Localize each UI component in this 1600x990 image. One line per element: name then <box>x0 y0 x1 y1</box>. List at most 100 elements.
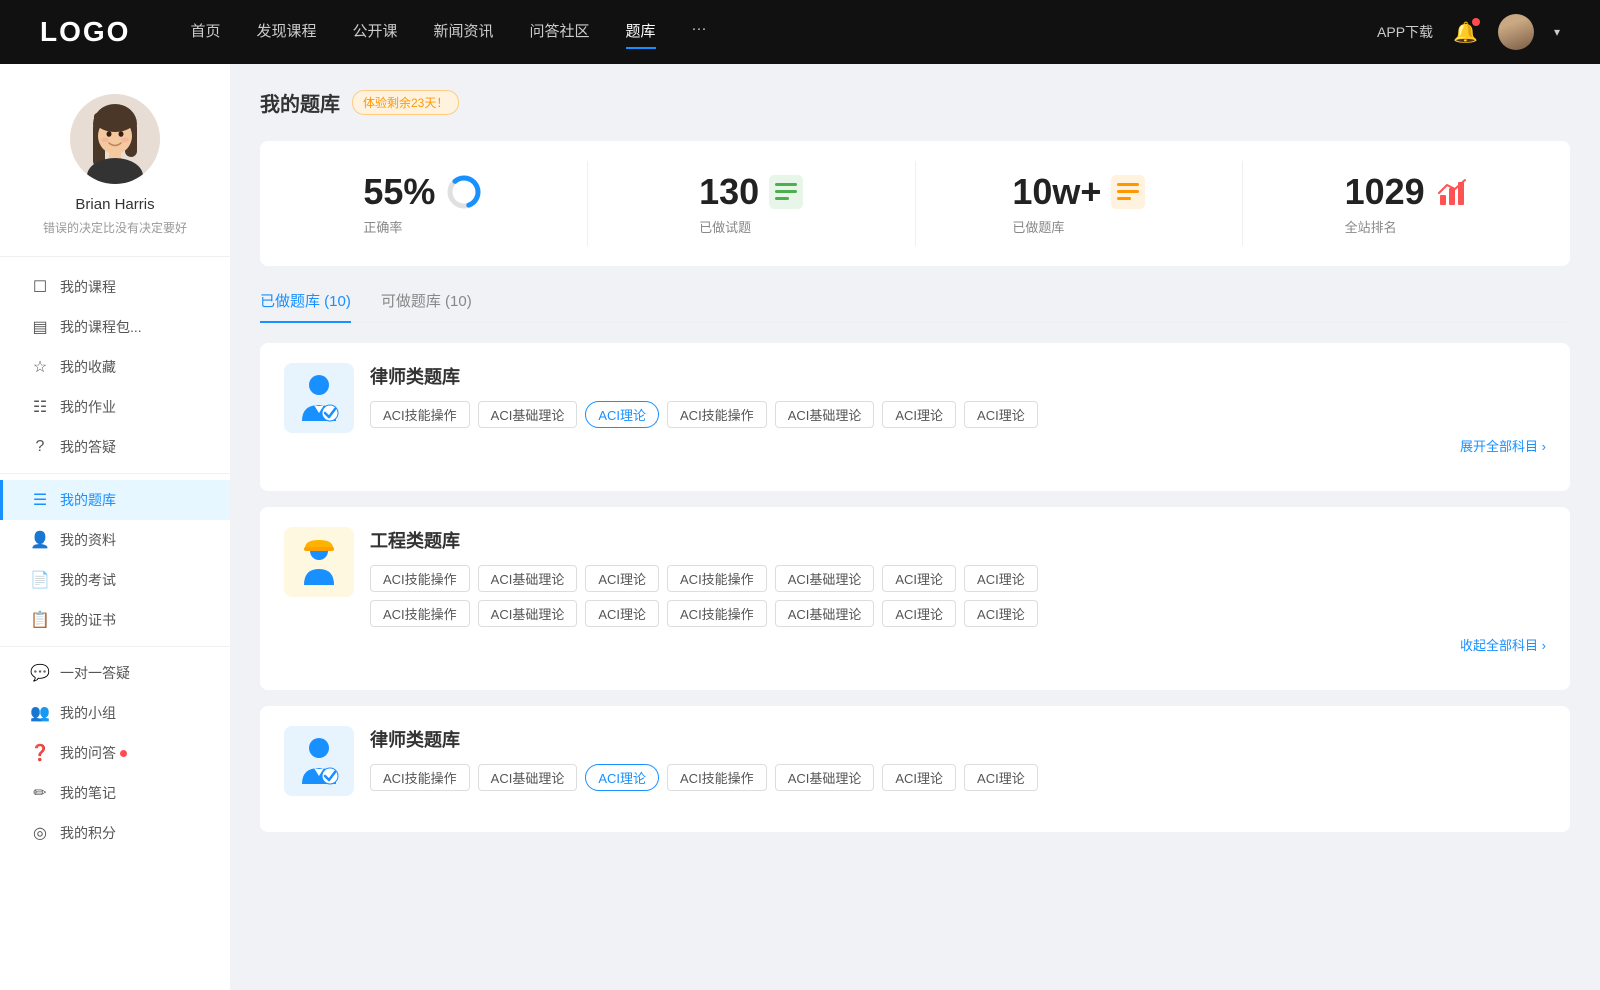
tag-2-4[interactable]: ACI基础理论 <box>775 565 875 592</box>
tab-available-banks[interactable]: 可做题库 (10) <box>381 290 472 321</box>
notes-icon: ✏ <box>30 783 50 803</box>
qbank-card-engineer: 工程类题库 ACI技能操作 ACI基础理论 ACI理论 ACI技能操作 ACI基… <box>260 507 1570 690</box>
profile-motto: 错误的决定比没有决定要好 <box>43 219 187 236</box>
sidebar-divider-1 <box>0 473 230 474</box>
sidebar-item-label: 我的积分 <box>60 823 116 843</box>
tag-2-r2-3[interactable]: ACI技能操作 <box>667 600 767 627</box>
tag-3-1[interactable]: ACI基础理论 <box>478 764 578 791</box>
sidebar-item-label: 我的小组 <box>60 703 116 723</box>
sidebar-item-label: 我的笔记 <box>60 783 116 803</box>
nav-discover[interactable]: 发现课程 <box>256 20 316 45</box>
qbank-icon-wrap-1 <box>284 363 354 433</box>
sidebar-item-certificates[interactable]: 📋 我的证书 <box>0 600 230 640</box>
nav-more[interactable]: ··· <box>692 20 707 45</box>
tag-1-3[interactable]: ACI技能操作 <box>667 401 767 428</box>
sidebar-item-notes[interactable]: ✏ 我的笔记 <box>0 773 230 813</box>
tag-2-3[interactable]: ACI技能操作 <box>667 565 767 592</box>
sidebar-item-course-packages[interactable]: ▤ 我的课程包... <box>0 307 230 347</box>
sidebar-menu: ☐ 我的课程 ▤ 我的课程包... ☆ 我的收藏 ☷ 我的作业 ? 我的答疑 ☰ <box>0 257 230 863</box>
notification-bell[interactable]: 🔔 <box>1453 20 1478 45</box>
sidebar-item-exams[interactable]: 📄 我的考试 <box>0 560 230 600</box>
sidebar-item-favorites[interactable]: ☆ 我的收藏 <box>0 347 230 387</box>
stat-rank: 1029 全站排名 <box>1243 161 1570 246</box>
stat-done-banks-number: 10w+ <box>1012 171 1101 213</box>
nav-open-course[interactable]: 公开课 <box>352 20 397 45</box>
stat-done-questions-label: 已做试题 <box>699 217 803 236</box>
stat-value-area-2: 130 <box>699 171 803 213</box>
trial-badge: 体验剩余23天！ <box>352 90 459 115</box>
tag-3-5[interactable]: ACI理论 <box>882 764 956 791</box>
nav-qa[interactable]: 问答社区 <box>530 20 590 45</box>
stats-row: 55% 正确率 130 <box>260 141 1570 266</box>
tag-1-4[interactable]: ACI基础理论 <box>775 401 875 428</box>
profile-avatar <box>70 94 160 184</box>
expand-link-1[interactable]: 展开全部科目 › <box>370 436 1546 455</box>
sidebar-item-label: 我的收藏 <box>60 357 116 377</box>
tag-3-2[interactable]: ACI理论 <box>585 764 659 791</box>
tag-1-2[interactable]: ACI理论 <box>585 401 659 428</box>
tag-2-2[interactable]: ACI理论 <box>585 565 659 592</box>
lawyer-icon-2 <box>292 734 346 788</box>
tags-row-2-row2: ACI技能操作 ACI基础理论 ACI理论 ACI技能操作 ACI基础理论 AC… <box>370 600 1546 627</box>
qbank-info-2: 工程类题库 ACI技能操作 ACI基础理论 ACI理论 ACI技能操作 ACI基… <box>370 527 1546 654</box>
tag-1-5[interactable]: ACI理论 <box>882 401 956 428</box>
groups-icon: 👥 <box>30 703 50 723</box>
tag-2-5[interactable]: ACI理论 <box>882 565 956 592</box>
tag-2-r2-1[interactable]: ACI基础理论 <box>478 600 578 627</box>
homework-icon: ☷ <box>30 397 50 417</box>
qbank-card-header-2: 工程类题库 ACI技能操作 ACI基础理论 ACI理论 ACI技能操作 ACI基… <box>284 527 1546 654</box>
qbank-icon-wrap-3 <box>284 726 354 796</box>
tag-2-0[interactable]: ACI技能操作 <box>370 565 470 592</box>
sidebar-item-groups[interactable]: 👥 我的小组 <box>0 693 230 733</box>
logo: LOGO <box>40 16 130 48</box>
nav-qbank[interactable]: 题库 <box>626 20 656 45</box>
sidebar-item-1on1[interactable]: 💬 一对一答疑 <box>0 653 230 693</box>
tag-2-r2-6[interactable]: ACI理论 <box>964 600 1038 627</box>
tag-3-3[interactable]: ACI技能操作 <box>667 764 767 791</box>
sidebar-item-courses[interactable]: ☐ 我的课程 <box>0 267 230 307</box>
sidebar-item-label: 我的考试 <box>60 570 116 590</box>
tag-2-r2-2[interactable]: ACI理论 <box>585 600 659 627</box>
sidebar-item-materials[interactable]: 👤 我的资料 <box>0 520 230 560</box>
page-title: 我的题库 <box>260 88 340 117</box>
materials-icon: 👤 <box>30 530 50 550</box>
tag-3-0[interactable]: ACI技能操作 <box>370 764 470 791</box>
sidebar-item-points[interactable]: ◎ 我的积分 <box>0 813 230 853</box>
sidebar-item-homework[interactable]: ☷ 我的作业 <box>0 387 230 427</box>
user-dropdown-arrow[interactable]: ▾ <box>1554 25 1560 39</box>
sidebar-profile: Brian Harris 错误的决定比没有决定要好 <box>0 94 230 257</box>
tag-2-1[interactable]: ACI基础理论 <box>478 565 578 592</box>
sidebar-divider-2 <box>0 646 230 647</box>
sidebar-item-my-qa[interactable]: ❓ 我的问答 <box>0 733 230 773</box>
exams-icon: 📄 <box>30 570 50 590</box>
tag-2-r2-5[interactable]: ACI理论 <box>882 600 956 627</box>
qbank-icon: ☰ <box>30 490 50 510</box>
course-packages-icon: ▤ <box>30 317 50 337</box>
tag-3-4[interactable]: ACI基础理论 <box>775 764 875 791</box>
tag-2-6[interactable]: ACI理论 <box>964 565 1038 592</box>
tag-1-6[interactable]: ACI理论 <box>964 401 1038 428</box>
nav-news[interactable]: 新闻资讯 <box>434 20 494 45</box>
qbank-info-1: 律师类题库 ACI技能操作 ACI基础理论 ACI理论 ACI技能操作 ACI基… <box>370 363 1546 455</box>
sidebar-item-label: 一对一答疑 <box>60 663 130 683</box>
tag-1-1[interactable]: ACI基础理论 <box>478 401 578 428</box>
tab-done-banks[interactable]: 已做题库 (10) <box>260 290 351 321</box>
answers-icon: ? <box>30 438 50 456</box>
sidebar-item-qbank[interactable]: ☰ 我的题库 <box>0 480 230 520</box>
sidebar-item-answers[interactable]: ? 我的答疑 <box>0 427 230 467</box>
done-banks-icon <box>1111 175 1145 209</box>
stat-rank-label: 全站排名 <box>1345 217 1469 236</box>
tag-3-6[interactable]: ACI理论 <box>964 764 1038 791</box>
collapse-link-2[interactable]: 收起全部科目 › <box>370 635 1546 654</box>
tag-1-0[interactable]: ACI技能操作 <box>370 401 470 428</box>
avatar[interactable] <box>1498 14 1534 50</box>
tag-2-r2-4[interactable]: ACI基础理论 <box>775 600 875 627</box>
app-download-button[interactable]: APP下载 <box>1377 22 1433 42</box>
header-right: APP下载 🔔 ▾ <box>1377 14 1560 50</box>
tag-2-r2-0[interactable]: ACI技能操作 <box>370 600 470 627</box>
nav-home[interactable]: 首页 <box>190 20 220 45</box>
stat-rank-inner: 1029 全站排名 <box>1345 171 1469 236</box>
tags-row-3: ACI技能操作 ACI基础理论 ACI理论 ACI技能操作 ACI基础理论 AC… <box>370 764 1546 791</box>
sidebar-item-label: 我的资料 <box>60 530 116 550</box>
notification-dot <box>1472 18 1480 26</box>
